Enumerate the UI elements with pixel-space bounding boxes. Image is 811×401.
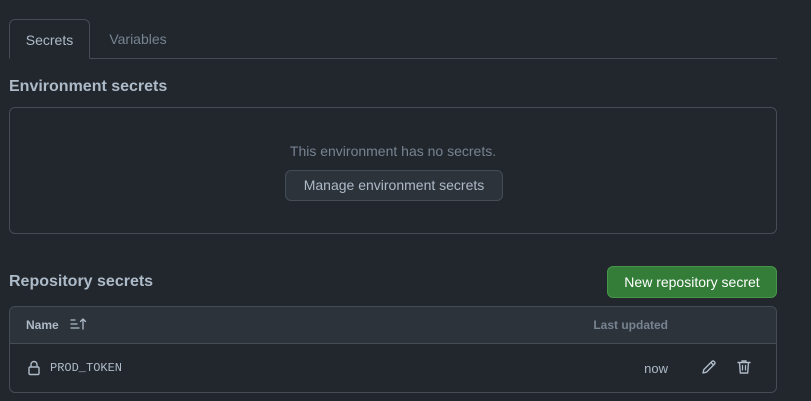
trash-icon[interactable] [735,358,753,376]
repository-secrets-heading: Repository secrets [9,273,154,290]
new-repository-secret-button[interactable]: New repository secret [607,266,777,298]
table-row: PROD_TOKEN now [10,344,776,392]
repository-secrets-table: Name Last updated PROD_TOKEN now [9,306,777,393]
pencil-icon[interactable] [700,358,718,376]
tab-bar: Secrets Variables [9,19,777,59]
column-header-name[interactable]: Name [26,318,59,332]
manage-environment-secrets-button[interactable]: Manage environment secrets [285,170,503,201]
secret-name: PROD_TOKEN [50,361,123,375]
lock-icon [28,360,40,376]
secret-last-updated: now [644,361,668,376]
secrets-page: Secrets Variables Environment secrets Th… [0,0,811,401]
environment-secrets-heading: Environment secrets [9,78,168,95]
empty-state-text: This environment has no secrets. [289,143,497,159]
environment-secrets-panel: This environment has no secrets. Manage … [9,107,777,234]
column-header-last-updated: Last updated [593,318,668,332]
sort-ascending-icon[interactable] [70,317,88,331]
table-header: Name Last updated [10,307,776,344]
tab-secrets[interactable]: Secrets [9,19,90,59]
tab-variables[interactable]: Variables [90,19,186,59]
